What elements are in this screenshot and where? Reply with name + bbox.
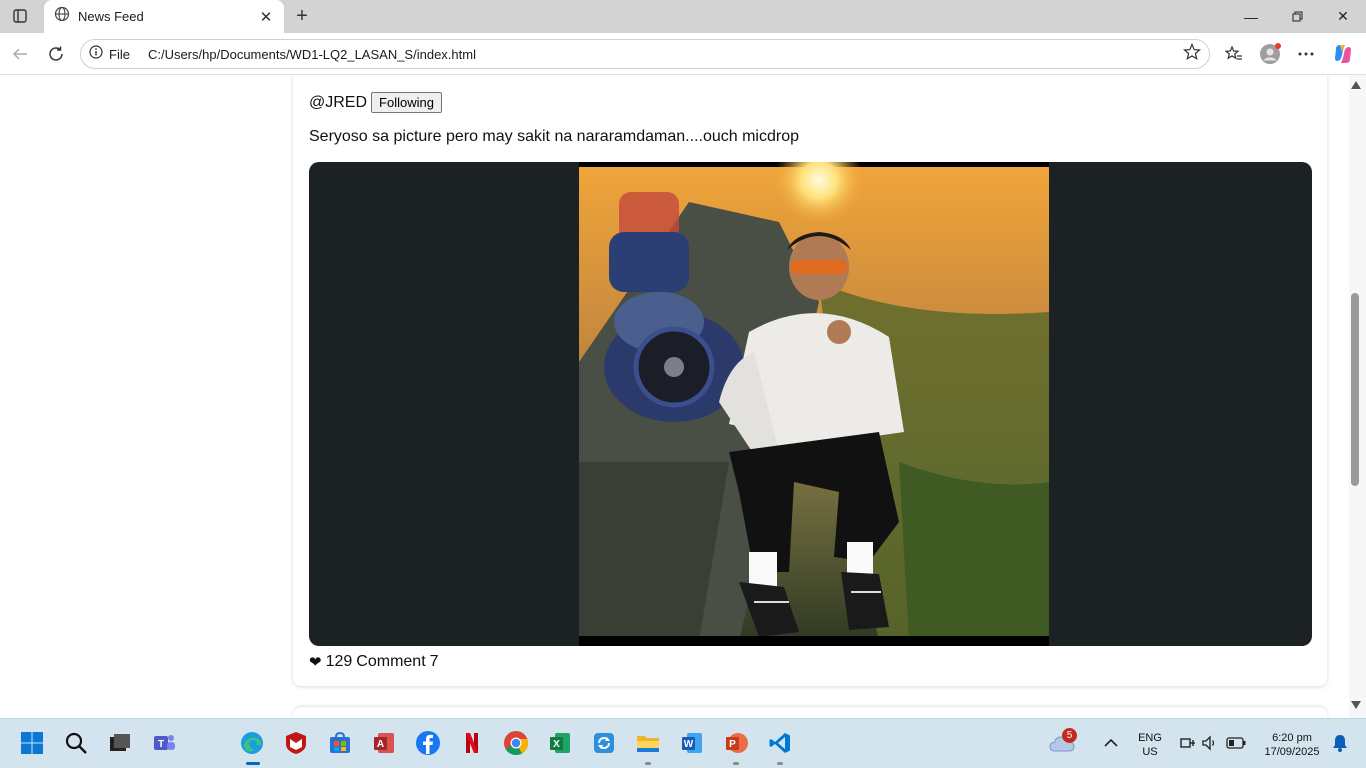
tab-actions-icon[interactable] xyxy=(8,5,32,27)
svg-text:X: X xyxy=(553,739,560,750)
favorite-star-icon[interactable] xyxy=(1183,42,1201,66)
post-card: @JRED Following Seryoso sa picture pero … xyxy=(293,75,1327,686)
netflix-icon[interactable] xyxy=(458,729,486,757)
notification-bell-icon[interactable] xyxy=(1326,729,1354,757)
more-options-icon[interactable] xyxy=(1294,42,1318,66)
scroll-down-icon[interactable] xyxy=(1350,700,1362,710)
vscode-icon[interactable] xyxy=(766,729,794,765)
scroll-thumb[interactable] xyxy=(1351,293,1359,486)
globe-icon xyxy=(54,6,70,27)
task-view-icon[interactable] xyxy=(106,729,134,757)
edge-icon[interactable] xyxy=(238,729,266,765)
search-icon[interactable] xyxy=(62,729,90,757)
taskbar: T A X W P ENG US 6:20 pm 17/09/2025 xyxy=(0,718,1366,768)
post-photo[interactable] xyxy=(579,162,1049,646)
start-icon[interactable] xyxy=(18,729,46,757)
word-icon[interactable]: W xyxy=(678,729,706,757)
keyboard-region: US xyxy=(1142,746,1158,758)
close-window-icon[interactable]: ✕ xyxy=(1320,0,1366,33)
teams-icon[interactable]: T xyxy=(150,729,178,757)
powerpoint-icon[interactable]: P xyxy=(722,729,750,765)
info-icon[interactable] xyxy=(89,44,103,64)
svg-text:A: A xyxy=(377,739,384,750)
facebook-icon[interactable] xyxy=(414,729,442,757)
post-media[interactable] xyxy=(309,162,1312,646)
volume-icon[interactable] xyxy=(1196,729,1224,757)
language-indicator[interactable]: ENG US xyxy=(1130,731,1170,759)
clock[interactable]: 6:20 pm 17/09/2025 xyxy=(1252,731,1332,759)
new-tab-icon[interactable]: + xyxy=(290,5,314,27)
excel-icon[interactable]: X xyxy=(546,729,574,757)
minimize-icon[interactable]: — xyxy=(1228,0,1274,33)
access-icon[interactable]: A xyxy=(370,729,398,757)
following-button[interactable]: Following xyxy=(371,92,442,113)
file-explorer-icon[interactable] xyxy=(634,729,662,765)
site-info-label: File xyxy=(109,46,130,62)
tab-title: News Feed xyxy=(78,9,144,24)
refresh-icon[interactable] xyxy=(44,42,68,66)
chevron-up-icon[interactable] xyxy=(1097,729,1125,757)
comment-label[interactable]: Comment xyxy=(356,653,425,671)
post-header: @JRED Following xyxy=(309,92,442,113)
next-post-card xyxy=(293,707,1327,718)
post-caption: Seryoso sa picture pero may sakit na nar… xyxy=(309,128,800,145)
tab-strip: News Feed ✕ + — ✕ xyxy=(0,0,1366,33)
mcafee-icon[interactable] xyxy=(282,729,310,757)
like-count: 129 xyxy=(325,653,353,670)
address-bar[interactable]: File C:/Users/hp/Documents/WD1-LQ2_LASAN… xyxy=(80,39,1210,69)
post-username[interactable]: @JRED xyxy=(309,94,367,112)
copilot-icon[interactable] xyxy=(1331,42,1355,66)
svg-text:P: P xyxy=(729,739,736,750)
browser-tab[interactable]: News Feed ✕ xyxy=(44,0,284,33)
language-code: ENG xyxy=(1138,732,1162,744)
close-tab-icon[interactable]: ✕ xyxy=(258,8,274,26)
page-viewport: @JRED Following Seryoso sa picture pero … xyxy=(0,75,1350,718)
post-stats: ❤ 129 Comment 7 xyxy=(309,653,443,671)
weather-badge: 5 xyxy=(1062,728,1077,743)
chrome-icon[interactable] xyxy=(502,729,530,757)
back-icon[interactable] xyxy=(8,42,32,66)
favorites-icon[interactable] xyxy=(1222,42,1246,66)
clock-time: 6:20 pm xyxy=(1272,732,1312,744)
restore-icon[interactable] xyxy=(1274,0,1320,33)
sync-app-icon[interactable] xyxy=(590,729,618,757)
store-icon[interactable] xyxy=(326,729,354,757)
heart-icon[interactable]: ❤ xyxy=(309,653,322,671)
browser-toolbar: File C:/Users/hp/Documents/WD1-LQ2_LASAN… xyxy=(0,33,1366,75)
svg-text:T: T xyxy=(158,739,164,750)
scroll-up-icon[interactable] xyxy=(1350,80,1362,90)
window-controls: — ✕ xyxy=(1228,0,1366,33)
battery-icon[interactable] xyxy=(1222,729,1250,757)
clock-date: 17/09/2025 xyxy=(1264,746,1320,758)
url-text[interactable]: C:/Users/hp/Documents/WD1-LQ2_LASAN_S/in… xyxy=(148,47,1183,62)
svg-text:W: W xyxy=(684,739,694,750)
comment-count: 7 xyxy=(429,653,439,670)
profile-avatar[interactable] xyxy=(1258,42,1282,66)
